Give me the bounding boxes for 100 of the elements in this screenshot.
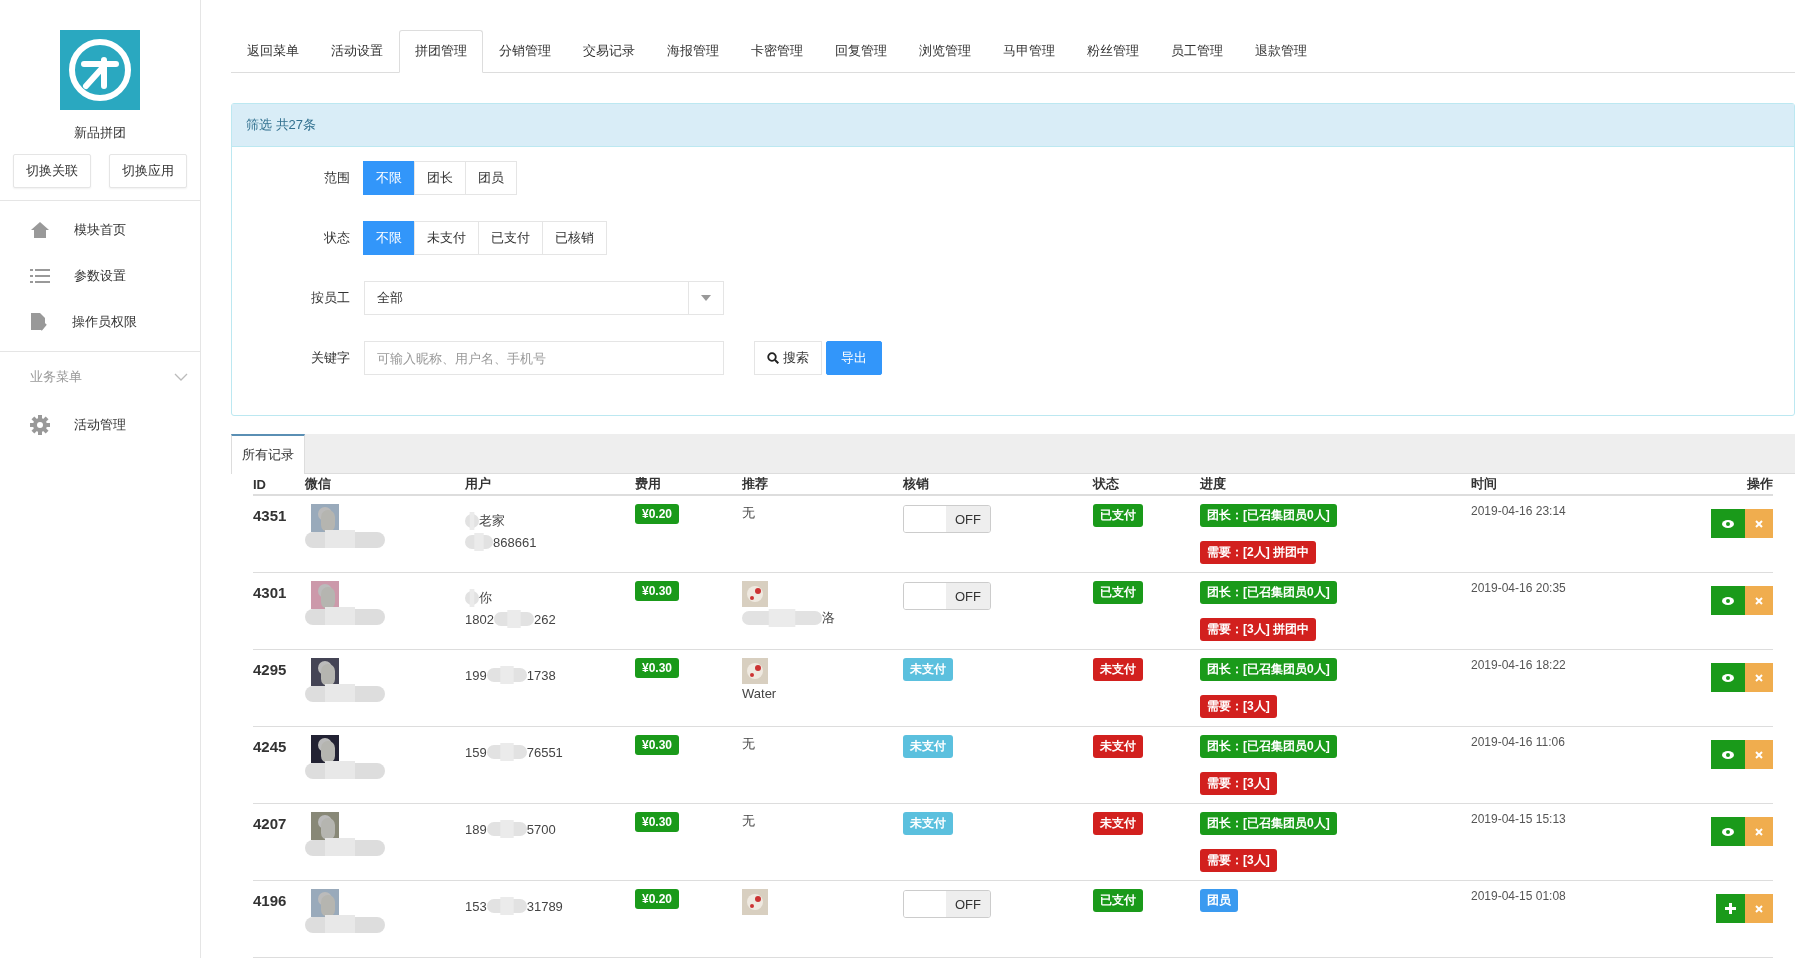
record-time: 2019-04-16 11:06 xyxy=(1471,735,1566,749)
close-icon xyxy=(1755,904,1763,913)
progress-badge: 团员 xyxy=(1200,889,1238,912)
switch-button[interactable]: 切换关联 xyxy=(13,154,91,188)
close-icon xyxy=(1755,827,1763,836)
fee-badge: ¥0.20 xyxy=(635,504,680,524)
nav-tab[interactable]: 回复管理 xyxy=(819,30,903,73)
filter-option[interactable]: 团长 xyxy=(414,161,466,195)
filter-option[interactable]: 已核销 xyxy=(542,221,607,255)
filter-label: 按员工 xyxy=(310,289,351,307)
record-time: 2019-04-16 18:22 xyxy=(1471,658,1567,672)
fee-badge: ¥0.30 xyxy=(635,581,680,601)
progress-badge: 需要：[2人] 拼团中 xyxy=(1200,541,1316,564)
staff-select[interactable]: 全部 xyxy=(364,281,724,315)
nav-tab[interactable]: 分销管理 xyxy=(483,30,567,73)
sidebar-item[interactable]: 活动管理 xyxy=(0,402,200,448)
caret-icon xyxy=(701,295,711,301)
progress-badge: 需要：[3人] xyxy=(1200,695,1277,718)
progress-badge: 需要：[3人] 拼团中 xyxy=(1200,618,1316,641)
close-icon xyxy=(1755,596,1763,605)
view-button[interactable] xyxy=(1711,817,1745,846)
search-button[interactable]: 搜索 xyxy=(754,341,822,375)
toggle-switch[interactable]: OFF xyxy=(903,890,991,918)
column-header: ID xyxy=(253,476,267,492)
switch-button[interactable]: 切换应用 xyxy=(109,154,187,188)
view-button[interactable] xyxy=(1711,663,1745,692)
progress-badge: 团长：[已召集团员0人] xyxy=(1200,735,1337,758)
user-name: 你 xyxy=(479,589,492,607)
progress-badge: 团长：[已召集团员0人] xyxy=(1200,581,1337,604)
phone-end: 31789 xyxy=(526,898,563,914)
filter-option[interactable]: 已支付 xyxy=(478,221,543,255)
record-time: 2019-04-16 23:14 xyxy=(1471,504,1567,518)
phone-start: 153 xyxy=(465,898,487,914)
phone-start: 1802 xyxy=(465,611,494,627)
status-badge: 未支付 xyxy=(1093,812,1143,835)
toggle-switch[interactable]: OFF xyxy=(903,582,991,610)
nav-tab[interactable]: 浏览管理 xyxy=(903,30,987,73)
nav-tab[interactable]: 粉丝管理 xyxy=(1071,30,1155,73)
nav-tab[interactable]: 海报管理 xyxy=(651,30,735,73)
records-tab[interactable]: 所有记录 xyxy=(231,434,305,474)
record-id: 4207 xyxy=(253,814,288,832)
record-id: 4196 xyxy=(253,891,288,909)
column-header: 操作 xyxy=(1746,475,1773,493)
fee-badge: ¥0.30 xyxy=(635,658,680,678)
record-id: 4301 xyxy=(253,583,288,601)
progress-badge: 团长：[已召集团员0人] xyxy=(1200,658,1337,681)
phone-start: 189 xyxy=(465,821,487,837)
phone-end: 76551 xyxy=(526,744,563,760)
recommend-name: 洛 xyxy=(822,609,835,627)
phone-end: 5700 xyxy=(526,821,556,837)
app-name: 新品拼团 xyxy=(74,124,126,142)
chevron-icon xyxy=(174,373,188,381)
column-header: 用户 xyxy=(465,475,492,493)
progress-badge: 团长：[已召集团员0人] xyxy=(1200,812,1337,835)
eye-icon xyxy=(1722,673,1734,682)
recommend-text: 无 xyxy=(742,735,755,753)
nav-tab[interactable]: 卡密管理 xyxy=(735,30,819,73)
view-button[interactable] xyxy=(1711,509,1745,538)
nav-tab[interactable]: 员工管理 xyxy=(1155,30,1239,73)
filter-label: 关键字 xyxy=(310,349,351,367)
filter-option[interactable]: 团员 xyxy=(465,161,517,195)
record-time: 2019-04-15 15:13 xyxy=(1471,812,1567,826)
toggle-switch[interactable]: OFF xyxy=(903,505,991,533)
view-button[interactable] xyxy=(1711,586,1745,615)
phone-end: 262 xyxy=(533,611,556,627)
nav-tab[interactable]: 返回菜单 xyxy=(231,30,315,73)
unpaid-badge: 未支付 xyxy=(903,735,953,758)
column-header: 时间 xyxy=(1471,475,1498,493)
sidebar-item[interactable]: 参数设置 xyxy=(0,253,200,299)
fee-badge: ¥0.30 xyxy=(635,812,680,832)
status-badge: 已支付 xyxy=(1093,889,1143,912)
document-icon xyxy=(30,312,48,332)
status-badge: 已支付 xyxy=(1093,581,1143,604)
filter-label: 范围 xyxy=(323,169,351,187)
record-id: 4351 xyxy=(253,506,288,524)
sidebar-item[interactable]: 操作员权限 xyxy=(0,299,200,345)
nav-tab[interactable]: 交易记录 xyxy=(567,30,651,73)
phone-end: 868661 xyxy=(493,534,537,550)
record-time: 2019-04-15 01:08 xyxy=(1471,889,1567,903)
add-button[interactable] xyxy=(1716,894,1745,923)
record-time: 2019-04-16 20:35 xyxy=(1471,581,1567,595)
plus-icon xyxy=(1725,903,1736,914)
close-icon xyxy=(1755,750,1763,759)
nav-tab[interactable]: 拼团管理 xyxy=(399,30,483,73)
fee-badge: ¥0.20 xyxy=(635,889,680,909)
nav-tab[interactable]: 活动设置 xyxy=(315,30,399,73)
column-header: 核销 xyxy=(903,475,930,493)
keyword-field[interactable]: 可输入昵称、用户名、手机号 xyxy=(364,341,724,375)
home-icon xyxy=(30,221,50,239)
column-header: 费用 xyxy=(635,475,662,493)
nav-tab[interactable]: 马甲管理 xyxy=(987,30,1071,73)
unpaid-badge: 未支付 xyxy=(903,658,953,681)
status-badge: 已支付 xyxy=(1093,504,1143,527)
settings-icon xyxy=(30,415,50,435)
nav-tab[interactable]: 退款管理 xyxy=(1239,30,1323,73)
recommend-text: 无 xyxy=(742,504,755,522)
view-button[interactable] xyxy=(1711,740,1745,769)
sidebar-item[interactable]: 模块首页 xyxy=(0,207,200,253)
filter-option[interactable]: 未支付 xyxy=(414,221,479,255)
eye-icon xyxy=(1722,596,1734,605)
